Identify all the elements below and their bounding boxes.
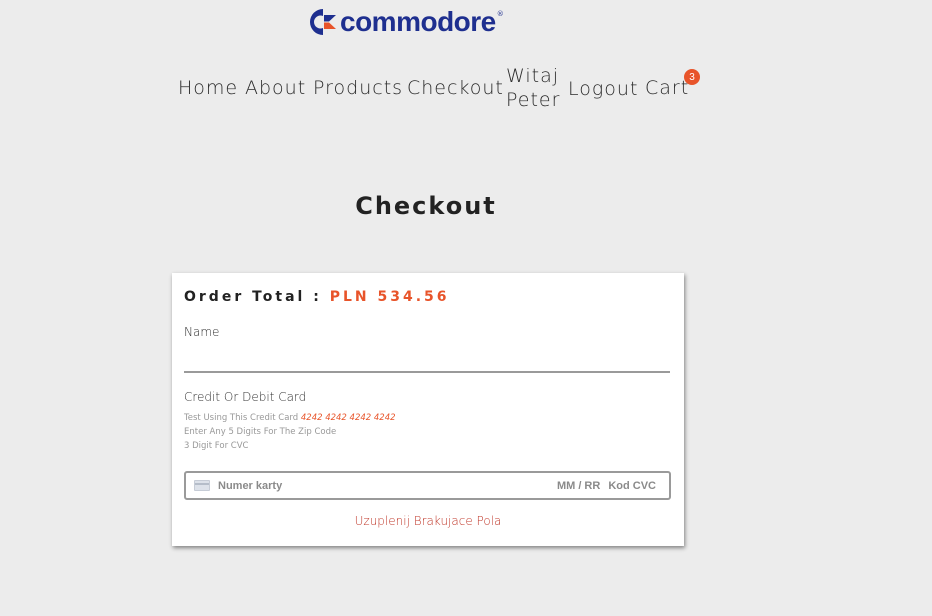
card-label: Credit Or Debit Card xyxy=(184,390,307,404)
nav-checkout-link[interactable]: Checkout xyxy=(407,77,504,99)
zip-hint: Enter Any 5 Digits For The Zip Code xyxy=(184,427,337,437)
commodore-logo-icon xyxy=(310,9,336,35)
greeting-line-1: Witaj xyxy=(506,65,560,87)
expiry-field[interactable]: MM / RR xyxy=(557,480,600,492)
card-number-field[interactable]: Numer karty xyxy=(218,480,557,492)
nav-about-link[interactable]: About xyxy=(245,77,306,99)
nav-user-greeting: Witaj Peter xyxy=(506,64,560,112)
checkout-form-card: Order Total : PLN 534.56 Name Credit Or … xyxy=(172,273,684,546)
name-label: Name xyxy=(184,325,220,339)
cvc-hint: 3 Digit For CVC xyxy=(184,441,249,451)
test-card-hint-text: Test Using This Credit Card xyxy=(184,413,299,423)
nav-logout-link[interactable]: Logout xyxy=(568,78,638,100)
registered-mark: ® xyxy=(496,10,504,18)
page-title: Checkout xyxy=(355,192,497,220)
name-input[interactable] xyxy=(184,351,670,373)
nav-products-link[interactable]: Products xyxy=(313,77,403,99)
test-card-hint: Test Using This Credit Card 4242 4242 42… xyxy=(184,413,396,423)
order-total: Order Total : PLN 534.56 xyxy=(184,289,450,305)
nav-cart-link[interactable]: Cart xyxy=(645,77,689,99)
card-element[interactable]: Numer karty MM / RR Kod CVC xyxy=(184,471,671,500)
cvc-field[interactable]: Kod CVC xyxy=(608,480,656,492)
test-card-number: 4242 4242 4242 4242 xyxy=(300,413,396,423)
cart-count-badge: 3 xyxy=(684,69,700,85)
brand-logo-text: commodore xyxy=(340,6,496,37)
order-total-amount: PLN 534.56 xyxy=(329,289,450,305)
order-total-label: Order Total : xyxy=(184,289,322,305)
greeting-line-2: Peter xyxy=(506,89,561,111)
error-message: Uzuplenij Brakujace Pola xyxy=(354,514,502,528)
credit-card-icon xyxy=(194,480,210,491)
brand-logo[interactable]: commodore ® xyxy=(307,6,504,38)
nav-home-link[interactable]: Home xyxy=(178,77,238,99)
